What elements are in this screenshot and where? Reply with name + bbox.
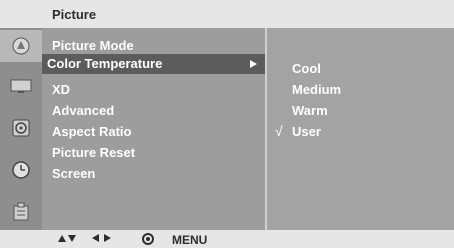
menu-title: Picture — [52, 7, 97, 22]
category-picture[interactable] — [0, 30, 42, 62]
menu-item-advanced[interactable]: Advanced — [42, 101, 266, 121]
menu-item-screen[interactable]: Screen — [42, 164, 266, 184]
menu-item-picture-reset[interactable]: Picture Reset — [42, 143, 266, 163]
submenu-item-label: User — [292, 124, 321, 139]
category-option[interactable] — [0, 196, 42, 228]
ok-button-icon — [142, 233, 154, 245]
picture-icon — [12, 37, 30, 55]
footer-hint-bar: MENU — [0, 230, 454, 248]
down-arrow-icon — [68, 235, 76, 242]
left-arrow-icon — [92, 234, 99, 242]
display-icon — [10, 79, 32, 93]
menu-item-label: Picture Mode — [52, 38, 134, 53]
color-temperature-submenu: Cool Medium Warm √ User — [267, 28, 454, 230]
submenu-item-label: Medium — [292, 82, 342, 97]
menu-item-label: Color Temperature — [47, 56, 163, 71]
title-bar: Picture — [0, 0, 454, 28]
menu-item-aspect-ratio[interactable]: Aspect Ratio — [42, 122, 266, 142]
category-icons — [0, 28, 42, 230]
category-time[interactable] — [0, 154, 42, 186]
menu-item-label: Advanced — [52, 103, 115, 118]
submenu-item-label: Warm — [292, 103, 328, 118]
menu-hint-label: MENU — [172, 233, 208, 247]
menu-item-picture-mode[interactable]: Picture Mode — [42, 36, 266, 56]
option-icon — [13, 202, 29, 221]
menu-item-label: Aspect Ratio — [52, 124, 132, 139]
submenu-item-medium[interactable]: Medium — [267, 80, 454, 100]
menu-item-label: Picture Reset — [52, 145, 136, 160]
submenu-item-cool[interactable]: Cool — [267, 59, 454, 79]
menu-item-label: Screen — [52, 166, 96, 181]
submenu-arrow-icon — [250, 60, 257, 68]
submenu-item-user[interactable]: √ User — [267, 122, 454, 142]
right-arrow-icon — [104, 234, 111, 242]
audio-icon — [12, 119, 30, 137]
check-icon: √ — [275, 123, 283, 139]
osd-menu: Picture Picture Mode Color Temperature X… — [0, 0, 454, 248]
picture-menu-list: Picture Mode Color Temperature XD Advanc… — [42, 28, 266, 230]
menu-item-xd[interactable]: XD — [42, 80, 266, 100]
category-audio[interactable] — [0, 112, 42, 144]
submenu-item-label: Cool — [292, 61, 321, 76]
submenu-item-warm[interactable]: Warm — [267, 101, 454, 121]
menu-item-color-temperature[interactable]: Color Temperature — [42, 54, 266, 74]
up-arrow-icon — [58, 235, 66, 242]
menu-item-label: XD — [52, 82, 71, 97]
clock-icon — [12, 161, 30, 179]
category-display[interactable] — [0, 70, 42, 102]
